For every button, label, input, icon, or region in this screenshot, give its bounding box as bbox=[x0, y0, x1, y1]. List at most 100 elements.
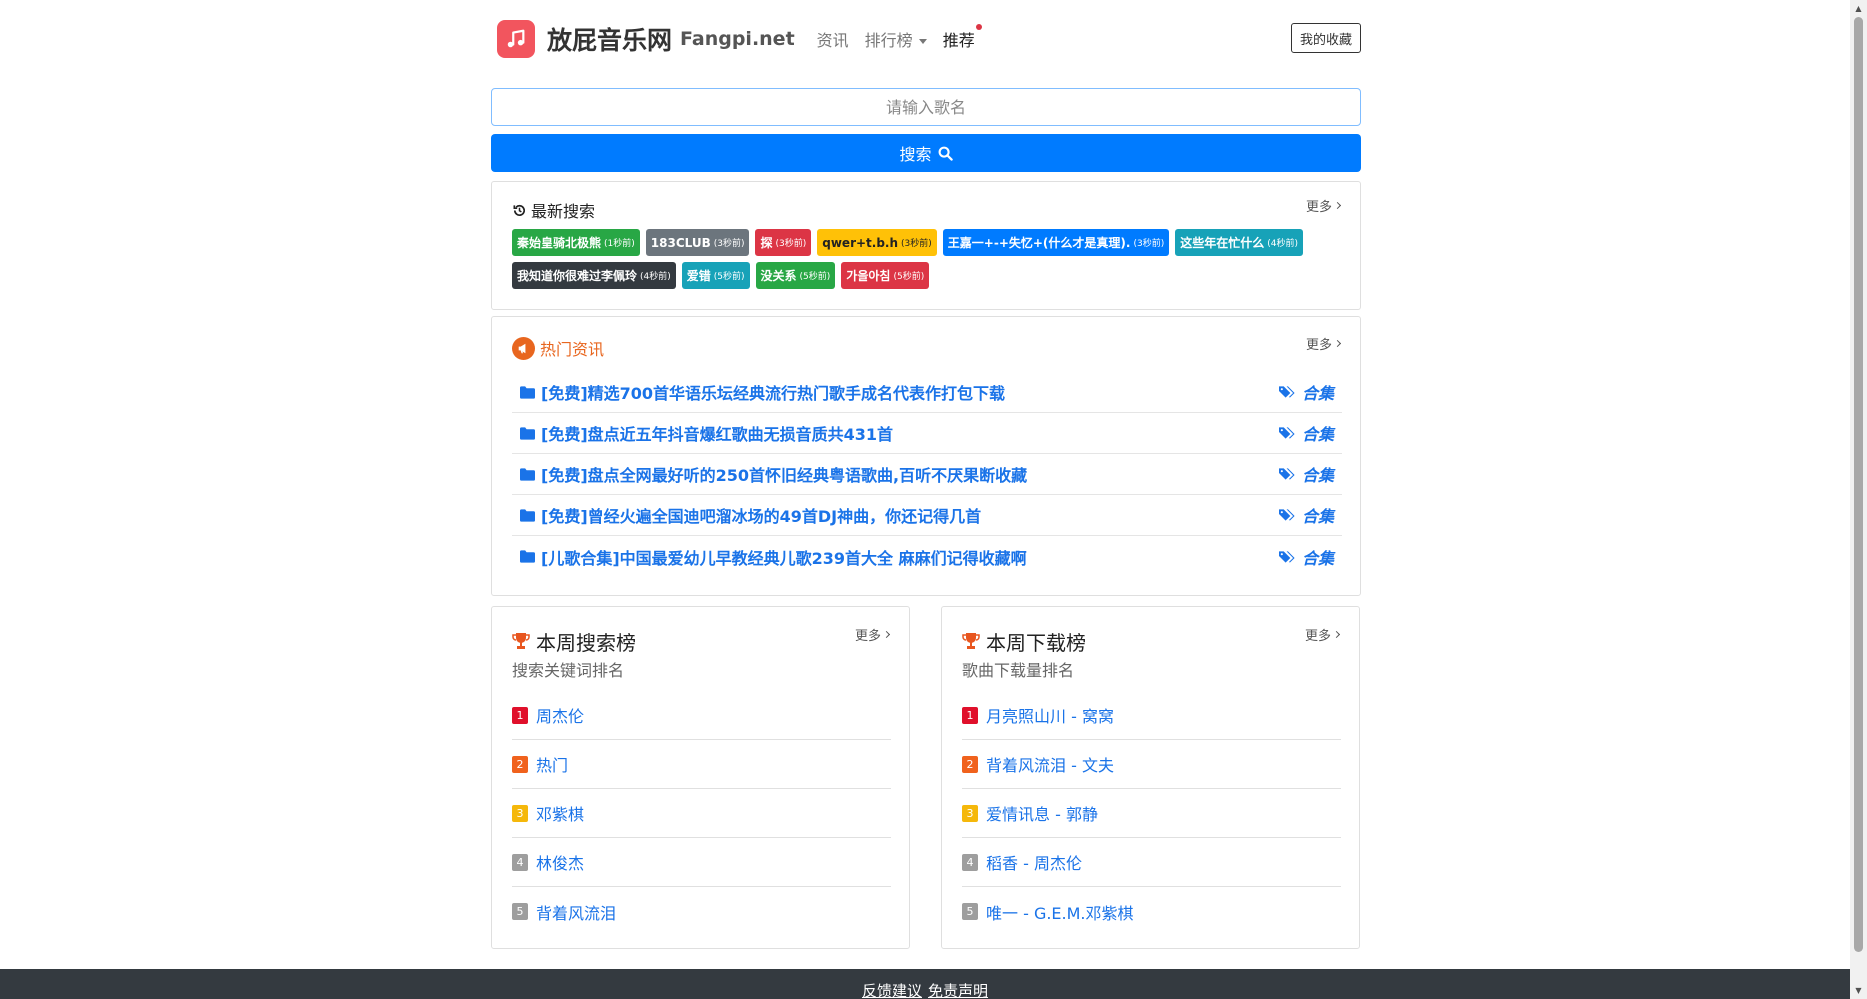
recent-tags-row-2: 我知道你很难过李佩玲 (4秒前) 爱错 (5秒前) 没关系 (5秒前) 가을아침 (5秒… bbox=[512, 262, 930, 289]
rank-link[interactable]: 月亮照山川 - 窝窝 bbox=[986, 703, 1114, 727]
news-link[interactable]: [免费]盘点近五年抖音爆红歌曲无损音质共431首 bbox=[520, 421, 893, 445]
recent-tag[interactable]: 王嘉一+-+失忆+(什么才是真理). (3秒前) bbox=[942, 229, 1170, 256]
recent-tag[interactable]: 秦始皇骑北极熊 (1秒前) bbox=[512, 229, 640, 256]
news-category-tag[interactable]: 合集 bbox=[1278, 380, 1334, 404]
chevron-right-icon bbox=[1333, 339, 1342, 348]
news-item: [免费]盘点近五年抖音爆红歌曲无损音质共431首 合集 bbox=[512, 413, 1342, 454]
recent-tag-name: qwer+t.b.h bbox=[822, 235, 899, 250]
rank-item: 5 唯一 - G.E.M.邓紫棋 bbox=[962, 887, 1341, 936]
nav-charts-dropdown[interactable]: 排行榜 bbox=[865, 27, 927, 51]
news-category-tag[interactable]: 合集 bbox=[1278, 462, 1334, 486]
rank-item: 5 背着风流泪 bbox=[512, 887, 891, 936]
rank-number: 3 bbox=[962, 804, 978, 822]
news-link-text: [免费]曾经火遍全国迪吧溜冰场的49首DJ神曲，你还记得几首 bbox=[541, 507, 982, 526]
rank-number: 4 bbox=[512, 853, 528, 871]
download-rank-list: 1 月亮照山川 - 窝窝 2 背着风流泪 - 文夫 3 爱情讯息 - 郭静 4 稻香 -… bbox=[962, 691, 1341, 936]
hot-news-card: 热门资讯 更多 [免费]精选700首华语乐坛经典流行热门歌手成名代表作打包下载 … bbox=[491, 316, 1361, 596]
news-list: [免费]精选700首华语乐坛经典流行热门歌手成名代表作打包下载 合集 [免费]盘… bbox=[512, 372, 1342, 577]
rank-link[interactable]: 背着风流泪 - 文夫 bbox=[986, 752, 1114, 776]
folder-icon bbox=[520, 385, 535, 399]
news-link[interactable]: [免费]盘点全网最好听的250首怀旧经典粤语歌曲,百听不厌果断收藏 bbox=[520, 462, 1027, 486]
search-button[interactable]: 搜索 bbox=[491, 134, 1361, 172]
megaphone-icon bbox=[512, 336, 535, 360]
recent-tag-name: 爱错 bbox=[686, 269, 711, 283]
recent-tag-name: 探 bbox=[760, 236, 773, 250]
recent-searches-label: 最新搜索 bbox=[531, 202, 596, 221]
news-more-link[interactable]: 更多 bbox=[1305, 334, 1342, 353]
news-more-label: 更多 bbox=[1305, 338, 1332, 353]
recent-tag[interactable]: 가을아침 (5秒前) bbox=[841, 262, 930, 289]
weekly-download-rank-card: 本周下载榜 更多 歌曲下载量排名 1 月亮照山川 - 窝窝 2 背着风流泪 - 文夫… bbox=[941, 606, 1360, 949]
tags-icon bbox=[1278, 550, 1295, 563]
recent-tag[interactable]: 探 (3秒前) bbox=[755, 229, 812, 256]
rank-link[interactable]: 爱情讯息 - 郭静 bbox=[986, 801, 1098, 825]
news-item: [免费]盘点全网最好听的250首怀旧经典粤语歌曲,百听不厌果断收藏 合集 bbox=[512, 454, 1342, 495]
recent-tag-time: (5秒前) bbox=[799, 272, 831, 282]
news-tag-text: 合集 bbox=[1301, 466, 1334, 485]
news-category-tag[interactable]: 合集 bbox=[1278, 545, 1334, 569]
rank-link[interactable]: 周杰伦 bbox=[536, 703, 584, 727]
nav-news[interactable]: 资讯 bbox=[817, 27, 849, 51]
news-tag-text: 合集 bbox=[1301, 548, 1334, 568]
recent-tag[interactable]: 爱错 (5秒前) bbox=[681, 262, 750, 289]
recent-tag[interactable]: 我知道你很难过李佩玲 (4秒前) bbox=[512, 262, 676, 289]
recent-tag[interactable]: 这些年在忙什么 (4秒前) bbox=[1175, 229, 1303, 256]
scrollbar-thumb[interactable] bbox=[1854, 17, 1863, 952]
search-rank-more-label: 更多 bbox=[854, 629, 881, 644]
page-scrollbar[interactable]: ▲ ▼ bbox=[1850, 0, 1867, 999]
search-input[interactable] bbox=[491, 88, 1361, 126]
news-category-tag[interactable]: 合集 bbox=[1278, 503, 1334, 527]
weekly-search-rank-card: 本周搜索榜 更多 搜索关键词排名 1 周杰伦 2 热门 3 邓紫棋 4 林俊杰 5 背着风… bbox=[491, 606, 910, 949]
chevron-right-icon bbox=[1332, 630, 1341, 639]
recent-tag-name: 王嘉一+-+失忆+(什么才是真理). bbox=[947, 236, 1131, 250]
search-rank-more-link[interactable]: 更多 bbox=[854, 625, 891, 644]
hot-news-title: 热门资讯 bbox=[512, 336, 604, 360]
recent-searches-title: 最新搜索 bbox=[512, 198, 595, 222]
recent-tag[interactable]: qwer+t.b.h (3秒前) bbox=[817, 229, 937, 256]
scroll-up-arrow-icon[interactable]: ▲ bbox=[1850, 0, 1867, 17]
rank-link[interactable]: 邓紫棋 bbox=[536, 801, 584, 825]
recent-tag[interactable]: 没关系 (5秒前) bbox=[755, 262, 836, 289]
news-link-text: [免费]盘点全网最好听的250首怀旧经典粤语歌曲,百听不厌果断收藏 bbox=[541, 466, 1028, 485]
rank-number: 3 bbox=[512, 804, 528, 822]
rank-number: 5 bbox=[512, 903, 528, 920]
rank-link[interactable]: 稻香 - 周杰伦 bbox=[986, 850, 1082, 874]
search-icon bbox=[938, 146, 953, 161]
news-item: [免费]曾经火遍全国迪吧溜冰场的49首DJ神曲，你还记得几首 合集 bbox=[512, 495, 1342, 536]
rank-link[interactable]: 背着风流泪 bbox=[536, 900, 616, 924]
rank-link[interactable]: 唯一 - G.E.M.邓紫棋 bbox=[986, 900, 1134, 924]
rank-number: 5 bbox=[962, 903, 978, 920]
folder-icon bbox=[520, 467, 535, 481]
disclaimer-link[interactable]: 免责声明 bbox=[928, 980, 988, 999]
feedback-link[interactable]: 反馈建议 bbox=[862, 980, 922, 999]
nav-charts-label: 排行榜 bbox=[864, 31, 913, 50]
music-logo-icon[interactable] bbox=[497, 20, 535, 58]
site-brand-en[interactable]: Fangpi.net bbox=[680, 28, 795, 50]
rank-link[interactable]: 热门 bbox=[536, 752, 568, 776]
recent-tag-time: (3秒前) bbox=[901, 239, 932, 249]
recent-tag-time: (4秒前) bbox=[640, 272, 671, 282]
news-category-tag[interactable]: 合集 bbox=[1278, 421, 1334, 445]
download-rank-more-link[interactable]: 更多 bbox=[1305, 625, 1341, 644]
rank-number: 2 bbox=[962, 755, 978, 773]
news-link[interactable]: [儿歌合集]中国最爱幼儿早教经典儿歌239首大全 麻麻们记得收藏啊 bbox=[520, 545, 1027, 569]
rank-item: 2 热门 bbox=[512, 740, 891, 789]
site-brand[interactable]: 放屁音乐网 bbox=[547, 21, 672, 57]
news-link[interactable]: [免费]精选700首华语乐坛经典流行热门歌手成名代表作打包下载 bbox=[520, 380, 1005, 404]
scroll-down-arrow-icon[interactable]: ▼ bbox=[1850, 982, 1867, 999]
news-link[interactable]: [免费]曾经火遍全国迪吧溜冰场的49首DJ神曲，你还记得几首 bbox=[520, 503, 981, 527]
my-favorites-button[interactable]: 我的收藏 bbox=[1290, 23, 1361, 53]
recent-tag-name: 183CLUB bbox=[650, 235, 711, 250]
weekly-search-rank-title: 本周搜索榜 bbox=[512, 627, 636, 656]
tags-icon bbox=[1278, 468, 1295, 480]
weekly-download-rank-title: 本周下载榜 bbox=[962, 627, 1086, 656]
tags-icon bbox=[1278, 386, 1295, 398]
rank-link[interactable]: 林俊杰 bbox=[536, 850, 584, 874]
nav-recommend[interactable]: 推荐 bbox=[943, 24, 982, 51]
tags-icon bbox=[1278, 427, 1295, 439]
recent-tag[interactable]: 183CLUB (3秒前) bbox=[645, 229, 750, 256]
recent-more-link[interactable]: 更多 bbox=[1306, 196, 1342, 215]
recent-tag-time: (5秒前) bbox=[893, 272, 925, 282]
recent-tag-time: (5秒前) bbox=[713, 272, 745, 282]
rank-number: 1 bbox=[962, 706, 978, 724]
